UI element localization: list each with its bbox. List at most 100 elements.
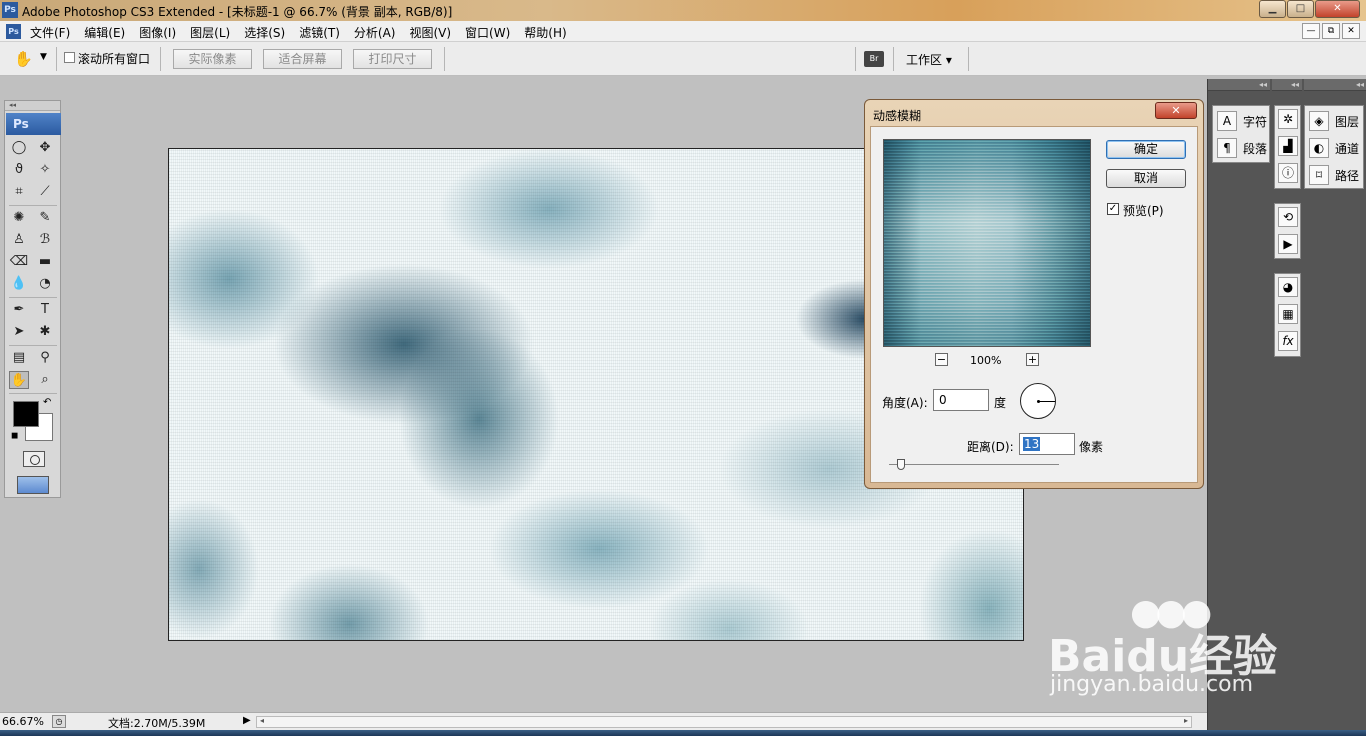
scroll-left-icon[interactable]: ◂ bbox=[260, 716, 264, 725]
paragraph-icon: ¶ bbox=[1217, 138, 1237, 158]
close-button[interactable]: ✕ bbox=[1315, 0, 1360, 18]
move-tool-icon[interactable]: ✥ bbox=[35, 139, 55, 157]
dock-collapse-strip[interactable]: ◂◂ bbox=[1272, 79, 1302, 91]
swatches-icon[interactable]: ▦ bbox=[1278, 304, 1298, 324]
scroll-all-windows-label: 滚动所有窗口 bbox=[78, 52, 151, 66]
angle-label: 角度(A): bbox=[882, 396, 928, 410]
status-menu-arrow-icon[interactable]: ▶ bbox=[243, 715, 251, 726]
angle-input[interactable]: 0 bbox=[933, 389, 989, 411]
screen-mode-icon[interactable] bbox=[17, 476, 49, 494]
styles-icon[interactable]: fx bbox=[1278, 331, 1298, 351]
quick-mask-icon[interactable] bbox=[23, 451, 45, 467]
marquee-tool-icon[interactable]: ◯ bbox=[9, 139, 29, 157]
custom-shape-tool-icon[interactable]: ✱ bbox=[35, 323, 55, 341]
clone-stamp-tool-icon[interactable]: ♙ bbox=[9, 231, 29, 249]
channels-icon: ◐ bbox=[1309, 138, 1329, 158]
gradient-tool-icon[interactable]: ▬ bbox=[35, 253, 55, 271]
healing-brush-tool-icon[interactable]: ✺ bbox=[9, 209, 29, 227]
eraser-tool-icon[interactable]: ⌫ bbox=[9, 253, 29, 271]
panel-dock: ◂◂ ◂◂ ◂◂ A 字符 ¶ 段落 ✲ ▟ ⓘ ◈ 图层 ◐ 通道 ⌑ 路径 … bbox=[1207, 79, 1366, 736]
fit-screen-button[interactable]: 适合屏幕 bbox=[263, 49, 342, 69]
hand-icon[interactable]: ✋ bbox=[14, 50, 33, 68]
slice-tool-icon[interactable]: ⟋ bbox=[35, 183, 55, 201]
swap-colors-icon[interactable]: ↶ bbox=[43, 397, 51, 408]
pen-tool-icon[interactable]: ✒ bbox=[9, 301, 29, 319]
history-icon[interactable]: ⟲ bbox=[1278, 207, 1298, 227]
dialog-close-button[interactable]: ✕ bbox=[1155, 102, 1197, 119]
paragraph-label: 段落 bbox=[1243, 141, 1268, 156]
menu-help[interactable]: 帮助(H) bbox=[524, 24, 566, 41]
channels-panel-button[interactable]: ◐ 通道 bbox=[1309, 136, 1359, 160]
distance-input[interactable]: 13 bbox=[1019, 433, 1075, 455]
path-selection-tool-icon[interactable]: ➤ bbox=[9, 323, 29, 341]
doc-close-button[interactable]: ✕ bbox=[1342, 23, 1360, 39]
info-icon[interactable]: ⓘ bbox=[1278, 163, 1298, 183]
dodge-tool-icon[interactable]: ◔ bbox=[35, 275, 55, 293]
lasso-tool-icon[interactable]: ϑ bbox=[9, 161, 29, 179]
notes-tool-icon[interactable]: ▤ bbox=[9, 349, 29, 367]
distance-slider-thumb[interactable] bbox=[897, 459, 905, 470]
minimize-button[interactable]: ▁ bbox=[1259, 0, 1286, 18]
foreground-color-swatch[interactable] bbox=[13, 401, 39, 427]
zoom-tool-icon[interactable]: ⌕ bbox=[35, 371, 55, 389]
toolbox-header[interactable]: ◂◂ bbox=[5, 101, 60, 111]
ok-button[interactable]: 确定 bbox=[1106, 140, 1186, 159]
blur-preview[interactable] bbox=[883, 139, 1091, 347]
character-panel-button[interactable]: A 字符 bbox=[1217, 109, 1267, 133]
default-colors-icon[interactable]: ◼ bbox=[11, 431, 18, 441]
actions-icon[interactable]: ▶ bbox=[1278, 234, 1298, 254]
menu-window[interactable]: 窗口(W) bbox=[465, 24, 510, 41]
dock-collapse-strip[interactable]: ◂◂ bbox=[1208, 79, 1270, 91]
preview-label: 预览(P) bbox=[1123, 204, 1164, 218]
menu-filter[interactable]: 滤镜(T) bbox=[299, 24, 340, 41]
actual-pixels-button[interactable]: 实际像素 bbox=[173, 49, 252, 69]
window-controls: ▁ □ ✕ bbox=[1258, 0, 1360, 18]
menu-file[interactable]: 文件(F) bbox=[30, 24, 70, 41]
dock-collapse-strip[interactable]: ◂◂ bbox=[1304, 79, 1366, 91]
eyedropper-tool-icon[interactable]: ⚲ bbox=[35, 349, 55, 367]
scroll-all-windows-checkbox[interactable] bbox=[64, 52, 75, 63]
brush-tool-icon[interactable]: ✎ bbox=[35, 209, 55, 227]
hand-tool-icon[interactable]: ✋ bbox=[9, 371, 29, 389]
print-size-button[interactable]: 打印尺寸 bbox=[353, 49, 432, 69]
history-brush-tool-icon[interactable]: ℬ bbox=[35, 231, 55, 249]
character-paragraph-panel: A 字符 ¶ 段落 bbox=[1212, 105, 1270, 163]
separator bbox=[9, 205, 57, 206]
distance-value: 13 bbox=[1023, 437, 1041, 451]
menu-analysis[interactable]: 分析(A) bbox=[354, 24, 396, 41]
status-info-icon[interactable]: ◷ bbox=[52, 715, 66, 728]
blur-tool-icon[interactable]: 💧 bbox=[9, 275, 29, 293]
menu-select[interactable]: 选择(S) bbox=[244, 24, 285, 41]
menu-view[interactable]: 视图(V) bbox=[409, 24, 451, 41]
menu-image[interactable]: 图像(I) bbox=[139, 24, 176, 41]
zoom-out-button[interactable]: − bbox=[935, 353, 948, 366]
horizontal-scrollbar[interactable]: ◂ ▸ bbox=[256, 716, 1192, 728]
menu-edit[interactable]: 编辑(E) bbox=[84, 24, 125, 41]
paths-panel-button[interactable]: ⌑ 路径 bbox=[1309, 163, 1359, 187]
angle-dial[interactable] bbox=[1020, 383, 1056, 419]
zoom-level-field[interactable]: 66.67% bbox=[2, 715, 44, 728]
cancel-button[interactable]: 取消 bbox=[1106, 169, 1186, 188]
document-menu-icon[interactable]: Ps bbox=[6, 24, 21, 39]
layers-panel-button[interactable]: ◈ 图层 bbox=[1309, 109, 1359, 133]
navigator-icon[interactable]: ✲ bbox=[1278, 109, 1298, 129]
distance-slider-track[interactable] bbox=[889, 464, 1059, 465]
crop-tool-icon[interactable]: ⌗ bbox=[9, 183, 29, 201]
preview-checkbox[interactable]: ✓ bbox=[1107, 203, 1119, 215]
tool-preset-dropdown-icon[interactable]: ▼ bbox=[40, 52, 47, 62]
paragraph-panel-button[interactable]: ¶ 段落 bbox=[1217, 136, 1267, 160]
bridge-icon[interactable]: Br bbox=[864, 51, 884, 67]
histogram-icon[interactable]: ▟ bbox=[1278, 136, 1298, 156]
menu-layer[interactable]: 图层(L) bbox=[190, 24, 230, 41]
separator bbox=[56, 47, 57, 71]
type-tool-icon[interactable]: T bbox=[35, 301, 55, 319]
workspace-dropdown[interactable]: 工作区 ▾ bbox=[906, 51, 952, 68]
maximize-button[interactable]: □ bbox=[1287, 0, 1314, 18]
color-icon[interactable]: ◕ bbox=[1278, 277, 1298, 297]
doc-restore-button[interactable]: ⧉ bbox=[1322, 23, 1340, 39]
magic-wand-tool-icon[interactable]: ✧ bbox=[35, 161, 55, 179]
zoom-in-button[interactable]: + bbox=[1026, 353, 1039, 366]
separator bbox=[855, 47, 856, 71]
scroll-right-icon[interactable]: ▸ bbox=[1184, 716, 1188, 725]
doc-minimize-button[interactable]: — bbox=[1302, 23, 1320, 39]
